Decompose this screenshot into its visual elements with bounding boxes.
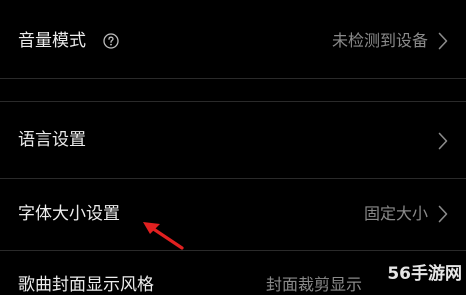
font-size-value: 固定大小 <box>363 204 428 223</box>
red-arrow-icon <box>143 222 184 250</box>
settings-row-font-size[interactable]: 字体大小设置 固定大小 <box>0 179 466 249</box>
chevron-right-icon <box>438 32 448 50</box>
language-label: 语言设置 <box>18 130 86 150</box>
chevron-right-icon <box>438 132 448 150</box>
question-circle-icon[interactable] <box>103 33 119 49</box>
volume-mode-label: 音量模式 <box>18 31 86 51</box>
settings-row-volume-mode[interactable]: 音量模式 未检测到设备 <box>0 0 466 80</box>
chevron-right-icon <box>438 205 448 223</box>
watermark: 56手游网 <box>387 264 462 284</box>
cover-style-value: 封面裁剪显示 <box>265 275 362 294</box>
font-size-label: 字体大小设置 <box>18 204 120 224</box>
divider <box>0 78 466 79</box>
settings-row-language[interactable]: 语言设置 <box>0 102 466 178</box>
volume-mode-value: 未检测到设备 <box>331 31 428 50</box>
cover-style-label: 歌曲封面显示风格 <box>18 275 154 295</box>
